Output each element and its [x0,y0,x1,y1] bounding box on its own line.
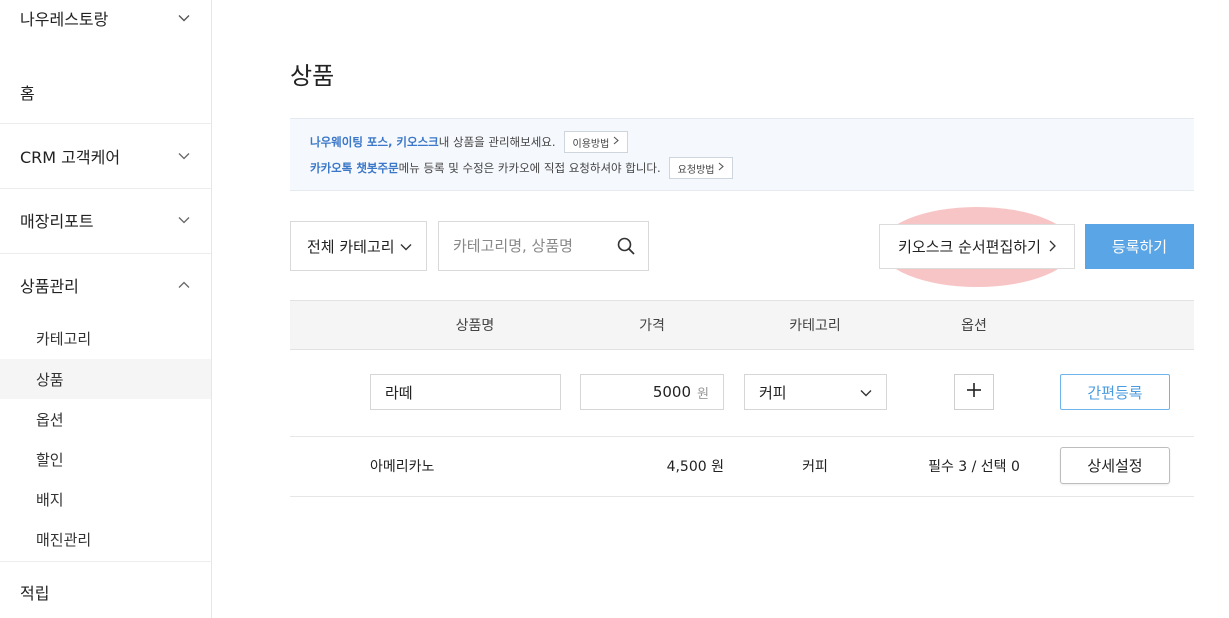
sidebar-subitem-discount[interactable]: 할인 [0,439,211,479]
price-unit: 원 [697,386,709,402]
chevron-down-icon [400,237,412,255]
detail-settings-button[interactable]: 상세설정 [1060,447,1170,484]
product-name-value: 라떼 [385,383,413,402]
sidebar-divider [0,561,211,562]
notice-banner: 나우웨이팅 포스, 키오스크 내 상품을 관리해보세요. 이용방법 카카오톡 챗… [290,118,1194,191]
product-name-input[interactable]: 라떼 [370,374,561,410]
category-filter-select[interactable]: 전체 카테고리 [290,221,427,271]
chevron-right-icon [718,162,725,174]
sidebar-subitem-option[interactable]: 옵션 [0,399,211,439]
chevron-down-icon [177,11,191,25]
price-value: 5000 [652,383,692,401]
sidebar-item-label: 홈 [20,84,35,103]
column-header-price: 가격 [639,318,665,334]
category-value: 커피 [759,383,787,402]
sidebar-item-label: 매장리포트 [20,212,94,231]
column-header-category: 카테고리 [789,318,841,334]
add-option-button[interactable] [954,374,994,410]
chevron-down-icon [177,213,191,227]
sidebar-item-crm[interactable]: CRM 고객케어 [0,134,211,178]
chevron-down-icon [860,383,872,401]
sidebar-item-home[interactable]: 홈 [0,70,211,114]
notice-line-pos-kiosk: 나우웨이팅 포스, 키오스크 내 상품을 관리해보세요. 이용방법 [310,131,629,153]
usage-guide-label: 이용방법 [572,138,610,150]
request-guide-button[interactable]: 요청방법 [668,157,734,179]
notice-text: 메뉴 등록 및 수정은 카카오에 직접 요청하셔야 합니다. [398,161,661,175]
sidebar-subitem-label: 카테고리 [36,329,92,348]
sidebar-item-points[interactable]: 적립 [0,570,211,614]
category-filter-value: 전체 카테고리 [307,237,395,256]
sidebar-divider [0,123,211,124]
request-guide-label: 요청방법 [677,164,715,176]
search-input[interactable] [453,237,616,255]
sidebar-item-label: 적립 [20,584,50,603]
quick-register-button[interactable]: 간편등록 [1060,374,1170,410]
sidebar-subitem-label: 할인 [36,450,64,469]
kiosk-order-edit-button[interactable]: 키오스크 순서편집하기 [879,224,1075,269]
chevron-down-icon [177,149,191,163]
sidebar-item-product-management[interactable]: 상품관리 [0,263,211,307]
sidebar-item-label: CRM 고객케어 [20,148,121,167]
plus-icon [966,382,982,402]
store-name: 나우레스토랑 [20,10,109,29]
product-options: 필수 3 / 선택 0 [928,459,1020,475]
column-header-option: 옵션 [961,318,987,334]
sidebar-divider [0,253,211,254]
chevron-up-icon [177,278,191,292]
category-select[interactable]: 커피 [744,374,887,410]
search-icon[interactable] [616,236,636,256]
page-title: 상품 [290,62,335,90]
store-selector[interactable]: 나우레스토랑 [0,0,211,36]
row-divider [290,496,1194,497]
column-header-name: 상품명 [455,318,495,334]
search-box [438,221,649,271]
chevron-right-icon [1049,238,1056,256]
sidebar-divider [0,188,211,189]
sidebar-subitem-soldout[interactable]: 매진관리 [0,519,211,559]
register-button[interactable]: 등록하기 [1085,224,1194,269]
notice-line-kakao: 카카오톡 챗봇주문 메뉴 등록 및 수정은 카카오에 직접 요청하셔야 합니다.… [310,157,734,179]
price-input[interactable]: 5000 원 [580,374,724,410]
product-category: 커피 [802,459,828,475]
sidebar-subitem-product[interactable]: 상품 [0,359,211,399]
sidebar-subitem-label: 매진관리 [36,530,92,549]
chevron-right-icon [613,136,620,148]
sidebar-subitem-label: 배지 [36,490,64,509]
product-name: 아메리카노 [370,459,435,475]
sidebar-item-store-report[interactable]: 매장리포트 [0,198,211,242]
table-header: 상품명 가격 카테고리 옵션 [290,300,1194,350]
sidebar-subitem-category[interactable]: 카테고리 [0,318,211,358]
sidebar-item-label: 상품관리 [20,277,79,296]
notice-highlight: 카카오톡 챗봇주문 [310,161,399,175]
sidebar-subitem-badge[interactable]: 배지 [0,479,211,519]
notice-text: 내 상품을 관리해보세요. [438,135,556,149]
row-divider [290,436,1194,437]
sidebar-subitem-label: 옵션 [36,410,64,429]
sidebar: 나우레스토랑 홈 CRM 고객케어 매장리포트 상품관리 카테고리 상품 옵션 [0,0,212,618]
product-price: 4,500 원 [666,459,724,475]
notice-highlight: 나우웨이팅 포스, 키오스크 [310,135,439,149]
sidebar-subitem-label: 상품 [36,370,64,389]
usage-guide-button[interactable]: 이용방법 [563,131,629,153]
kiosk-order-edit-label: 키오스크 순서편집하기 [898,238,1041,256]
